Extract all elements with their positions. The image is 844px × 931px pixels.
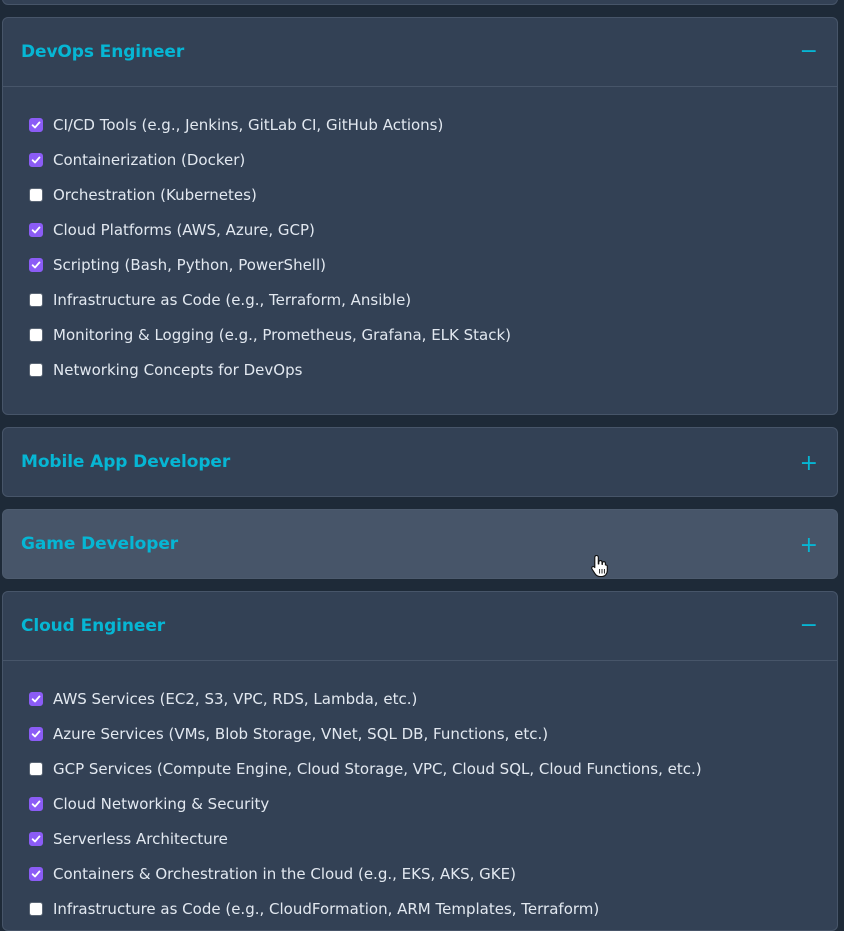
checklist-item[interactable]: GCP Services (Compute Engine, Cloud Stor… bbox=[29, 751, 837, 786]
checkbox-checked[interactable] bbox=[29, 831, 43, 846]
checklist-item-label: Azure Services (VMs, Blob Storage, VNet,… bbox=[53, 724, 549, 743]
collapse-icon[interactable]: − bbox=[800, 592, 818, 660]
checklist-item-label: Serverless Architecture bbox=[53, 829, 228, 848]
checklist-item-label: Networking Concepts for DevOps bbox=[53, 360, 303, 379]
previous-section-panel bbox=[2, 0, 838, 5]
checklist-item-label: Cloud Platforms (AWS, Azure, GCP) bbox=[53, 220, 315, 239]
checklist-item-label: Monitoring & Logging (e.g., Prometheus, … bbox=[53, 325, 512, 344]
checklist-item[interactable]: Infrastructure as Code (e.g., CloudForma… bbox=[29, 891, 837, 926]
section-header-game-developer[interactable]: Game Developer + bbox=[3, 510, 837, 578]
checkbox-checked[interactable] bbox=[29, 257, 43, 272]
section-game-developer: Game Developer + bbox=[2, 509, 838, 579]
section-header-devops-engineer[interactable]: DevOps Engineer − bbox=[3, 18, 837, 86]
checklist-item[interactable]: Orchestration (Kubernetes) bbox=[29, 177, 837, 212]
checkbox-unchecked[interactable] bbox=[29, 292, 43, 307]
checklist-item[interactable]: Scripting (Bash, Python, PowerShell) bbox=[29, 247, 837, 282]
checklist-item[interactable]: Cloud Platforms (AWS, Azure, GCP) bbox=[29, 212, 837, 247]
section-header-mobile-app-developer[interactable]: Mobile App Developer + bbox=[3, 428, 837, 496]
section-mobile-app-developer: Mobile App Developer + bbox=[2, 427, 838, 497]
checklist-item-label: Cloud Networking & Security bbox=[53, 794, 270, 813]
checklist-item-label: Containerization (Docker) bbox=[53, 150, 246, 169]
checkbox-unchecked[interactable] bbox=[29, 761, 43, 776]
checklist-item-label: CI/CD Tools (e.g., Jenkins, GitLab CI, G… bbox=[53, 115, 444, 134]
expand-icon[interactable]: + bbox=[800, 430, 818, 496]
hand-pointer-icon bbox=[591, 554, 608, 578]
section-title: Game Developer bbox=[21, 534, 179, 554]
checklist-item-label: Infrastructure as Code (e.g., CloudForma… bbox=[53, 899, 600, 918]
section-title: Cloud Engineer bbox=[21, 616, 166, 636]
checkbox-unchecked[interactable] bbox=[29, 327, 43, 342]
checklist-item[interactable]: Serverless Architecture bbox=[29, 821, 837, 856]
section-devops-engineer: DevOps Engineer − CI/CD Tools (e.g., Jen… bbox=[2, 17, 838, 415]
section-title: Mobile App Developer bbox=[21, 452, 231, 472]
checkbox-unchecked[interactable] bbox=[29, 187, 43, 202]
checkbox-checked[interactable] bbox=[29, 152, 43, 167]
checklist-item[interactable]: Cloud Networking & Security bbox=[29, 786, 837, 821]
checklist-item[interactable]: CI/CD Tools (e.g., Jenkins, GitLab CI, G… bbox=[29, 107, 837, 142]
checklist-item[interactable]: Infrastructure as Code (e.g., Terraform,… bbox=[29, 282, 837, 317]
section-body: AWS Services (EC2, S3, VPC, RDS, Lambda,… bbox=[3, 660, 837, 926]
section-header-cloud-engineer[interactable]: Cloud Engineer − bbox=[3, 592, 837, 660]
checkbox-checked[interactable] bbox=[29, 726, 43, 741]
checklist-item-label: Scripting (Bash, Python, PowerShell) bbox=[53, 255, 326, 274]
checklist-item-label: Containers & Orchestration in the Cloud … bbox=[53, 864, 516, 883]
checkbox-checked[interactable] bbox=[29, 796, 43, 811]
checkbox-checked[interactable] bbox=[29, 866, 43, 881]
collapse-icon[interactable]: − bbox=[800, 18, 818, 86]
checklist-item[interactable]: Azure Services (VMs, Blob Storage, VNet,… bbox=[29, 716, 837, 751]
checklist-item[interactable]: Networking Concepts for DevOps bbox=[29, 352, 837, 387]
checklist-item-label: Infrastructure as Code (e.g., Terraform,… bbox=[53, 290, 412, 309]
checklist-item-label: AWS Services (EC2, S3, VPC, RDS, Lambda,… bbox=[53, 689, 418, 708]
checklist-item-label: Orchestration (Kubernetes) bbox=[53, 185, 257, 204]
checklist-item[interactable]: AWS Services (EC2, S3, VPC, RDS, Lambda,… bbox=[29, 681, 837, 716]
checkbox-checked[interactable] bbox=[29, 222, 43, 237]
checkbox-checked[interactable] bbox=[29, 691, 43, 706]
section-cloud-engineer: Cloud Engineer − AWS Services (EC2, S3, … bbox=[2, 591, 838, 931]
section-title: DevOps Engineer bbox=[21, 42, 185, 62]
checkbox-unchecked[interactable] bbox=[29, 362, 43, 377]
expand-icon[interactable]: + bbox=[800, 512, 818, 578]
checklist-item[interactable]: Containerization (Docker) bbox=[29, 142, 837, 177]
checklist-item[interactable]: Monitoring & Logging (e.g., Prometheus, … bbox=[29, 317, 837, 352]
checklist-item-label: GCP Services (Compute Engine, Cloud Stor… bbox=[53, 759, 702, 778]
section-body: CI/CD Tools (e.g., Jenkins, GitLab CI, G… bbox=[3, 86, 837, 387]
checkbox-unchecked[interactable] bbox=[29, 901, 43, 916]
checklist-item[interactable]: Containers & Orchestration in the Cloud … bbox=[29, 856, 837, 891]
checkbox-checked[interactable] bbox=[29, 117, 43, 132]
